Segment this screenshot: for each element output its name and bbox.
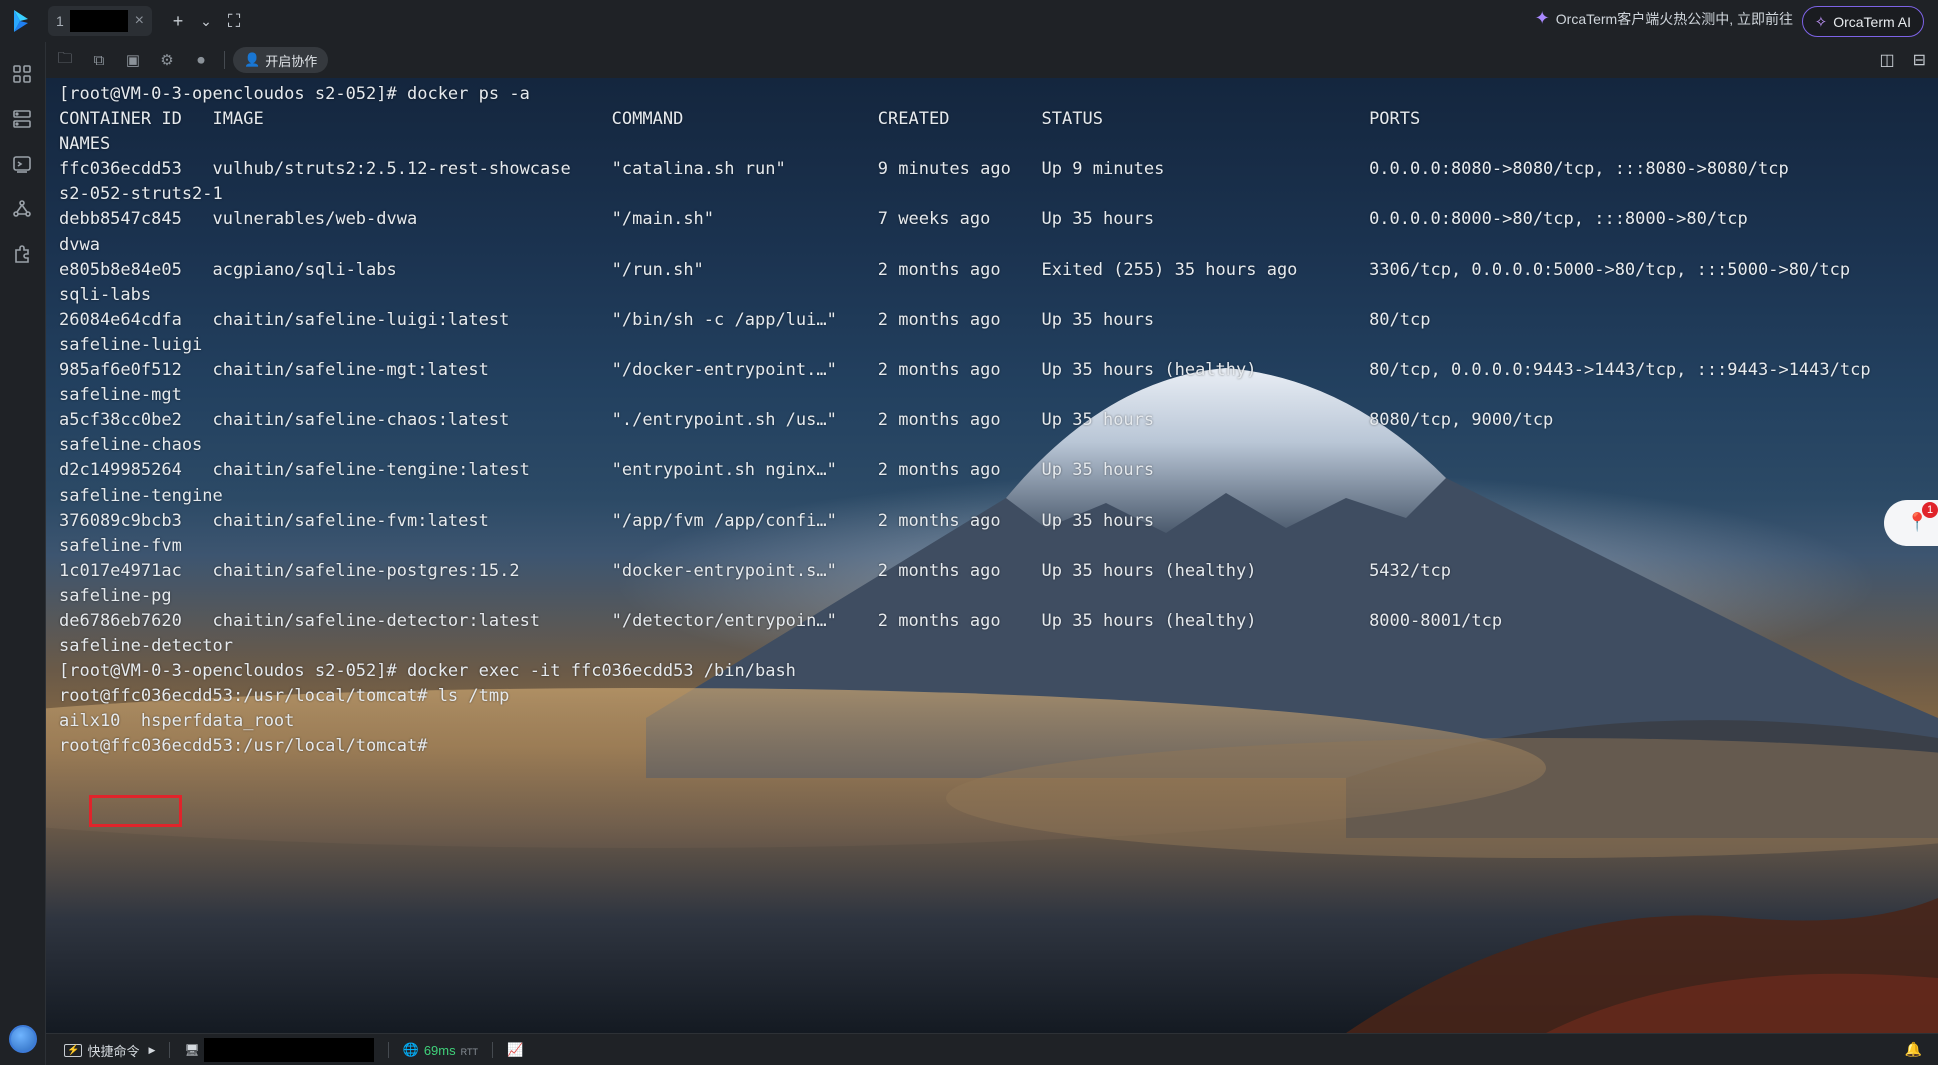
fullscreen-icon[interactable]: ⛶ (220, 11, 248, 32)
left-sidebar (0, 42, 46, 1065)
terminal-line: [root@VM-0-3-opencloudos s2-052]# docker… (59, 661, 796, 682)
quick-command-button[interactable]: ⚡ 快捷命令 ▶ (64, 1041, 155, 1060)
session-icon[interactable]: ⧉ (84, 52, 114, 69)
terminal-line: debb8547c845 vulnerables/web-dvwa "/main… (59, 209, 1748, 230)
monitor-icon[interactable]: ▣ (118, 51, 148, 69)
terminal-line: safeline-detector (59, 636, 233, 657)
terminal-line: root@ffc036ecdd53:/usr/local/tomcat# (59, 736, 428, 757)
collaboration-button[interactable]: 👤 开启协作 (233, 47, 329, 73)
record-icon[interactable]: ⏺ (186, 52, 216, 69)
user-plus-icon: 👤 (244, 52, 261, 67)
globe-icon: 🌐 (402, 1042, 419, 1057)
terminal-line: ailx10 hsperfdata_root (59, 711, 295, 732)
tab-bar: 1 × + ⌄ ⛶ ✦ OrcaTerm客户端火热公测中, 立即前往 ✧ Orc… (0, 0, 1938, 43)
terminal-line: safeline-pg (59, 585, 172, 606)
terminal-line: root@ffc036ecdd53:/usr/local/tomcat# ls … (59, 686, 510, 707)
quick-cmd-label: 快捷命令 (87, 1043, 140, 1059)
terminal-line: 26084e64cdfa chaitin/safeline-luigi:late… (59, 309, 1431, 330)
tab-session-1[interactable]: 1 × (48, 6, 152, 36)
sparkle-icon: ✦ (1534, 8, 1550, 28)
latency-indicator[interactable]: 🌐 69ms RTT (403, 1042, 478, 1058)
promo-text: OrcaTerm客户端火热公测中, 立即前往 (1555, 10, 1793, 27)
host-icon: 🖥 (184, 1043, 200, 1057)
terminal-line: de6786eb7620 chaitin/safeline-detector:l… (59, 610, 1503, 631)
terminal-line: NAMES (59, 134, 111, 155)
terminal-line: s2-052-struts2-1 (59, 184, 223, 205)
terminal-line: 985af6e0f512 chaitin/safeline-mgt:latest… (59, 360, 1871, 381)
terminal-line: ffc036ecdd53 vulhub/struts2:2.5.12-rest-… (59, 159, 1789, 180)
orcaterm-logo (14, 10, 28, 32)
terminal-line: d2c149985264 chaitin/safeline-tengine:la… (59, 460, 1155, 481)
latency-unit: RTT (460, 1046, 478, 1057)
tab-title-redacted (69, 10, 128, 32)
terminal-line: safeline-fvm (59, 535, 182, 556)
terminal-line: safeline-mgt (59, 385, 182, 406)
terminal-line: safeline-tengine (59, 485, 223, 506)
terminal-output: [root@VM-0-3-opencloudos s2-052]# docker… (59, 82, 1871, 760)
terminal-toolbar: 🗀 ⧉ ▣ ⚙ ⏺ 👤 开启协作 ◫ ⊟ (46, 42, 1938, 79)
terminal-line: safeline-luigi (59, 334, 203, 355)
server-list-icon[interactable] (11, 109, 33, 131)
promo-banner[interactable]: ✦ OrcaTerm客户端火热公测中, 立即前往 (1535, 8, 1793, 29)
split-horizontal-icon[interactable]: ⊟ (1913, 50, 1926, 70)
ai-button-label: OrcaTerm AI (1833, 13, 1911, 30)
terminal-line: 1c017e4971ac chaitin/safeline-postgres:1… (59, 560, 1451, 581)
terminal-line: a5cf38cc0be2 chaitin/safeline-chaos:late… (59, 410, 1554, 431)
lightning-icon: ⚡ (64, 1043, 83, 1057)
terminal-line: sqli-labs (59, 284, 152, 305)
terminal-line: 376089c9bcb3 chaitin/safeline-fvm:latest… (59, 510, 1155, 531)
orcaterm-window: 1 × + ⌄ ⛶ ✦ OrcaTerm客户端火热公测中, 立即前往 ✧ Orc… (0, 0, 1938, 1065)
close-icon[interactable]: × (135, 12, 144, 30)
terminal-line: e805b8e84e05 acgpiano/sqli-labs "/run.sh… (59, 259, 1851, 280)
plus-icon[interactable]: + (164, 11, 192, 32)
layout-controls: ◫ ⊟ (1879, 50, 1926, 70)
terminal-line: safeline-chaos (59, 435, 203, 456)
terminal-line: [root@VM-0-3-opencloudos s2-052]# docker… (59, 84, 530, 104)
ai-sparkle-icon: ✧ (1814, 13, 1828, 31)
terminal-line: dvwa (59, 234, 100, 255)
bell-icon[interactable]: 🔔 (1905, 1041, 1922, 1058)
user-avatar[interactable] (9, 1025, 37, 1053)
status-divider (387, 1042, 389, 1058)
collab-label: 开启协作 (265, 53, 318, 69)
host-address-redacted (203, 1038, 374, 1062)
terminal-icon[interactable] (11, 154, 33, 176)
sftp-icon[interactable]: 🗀 (50, 48, 80, 73)
terminal-line: CONTAINER ID IMAGE COMMAND CREATED STATU… (59, 109, 1421, 130)
latency-value: 69ms (423, 1042, 456, 1058)
floating-assistant-button[interactable]: 📍 1 (1884, 500, 1938, 546)
triangle-right-icon: ▶ (148, 1044, 156, 1055)
apps-grid-icon[interactable] (11, 64, 33, 86)
split-vertical-icon[interactable]: ◫ (1879, 50, 1894, 70)
chart-icon[interactable]: 📈 (507, 1042, 523, 1058)
toolbar-divider (224, 51, 225, 69)
highlight-annotation-box (89, 795, 182, 827)
orcaterm-ai-button[interactable]: ✧ OrcaTerm AI (1801, 6, 1924, 37)
tab-number: 1 (56, 13, 64, 29)
notification-count-badge: 1 (1922, 502, 1938, 518)
status-bar: ⚡ 快捷命令 ▶ 🖥 🌐 69ms RTT 📈 🔔 (46, 1033, 1938, 1065)
settings-icon[interactable]: ⚙ (152, 51, 182, 69)
chevron-down-icon[interactable]: ⌄ (192, 13, 220, 30)
terminal-pane[interactable]: [root@VM-0-3-opencloudos s2-052]# docker… (46, 78, 1938, 1033)
network-icon[interactable] (11, 199, 33, 221)
status-divider (169, 1042, 171, 1058)
status-divider (491, 1042, 493, 1058)
plugin-icon[interactable] (11, 244, 33, 266)
